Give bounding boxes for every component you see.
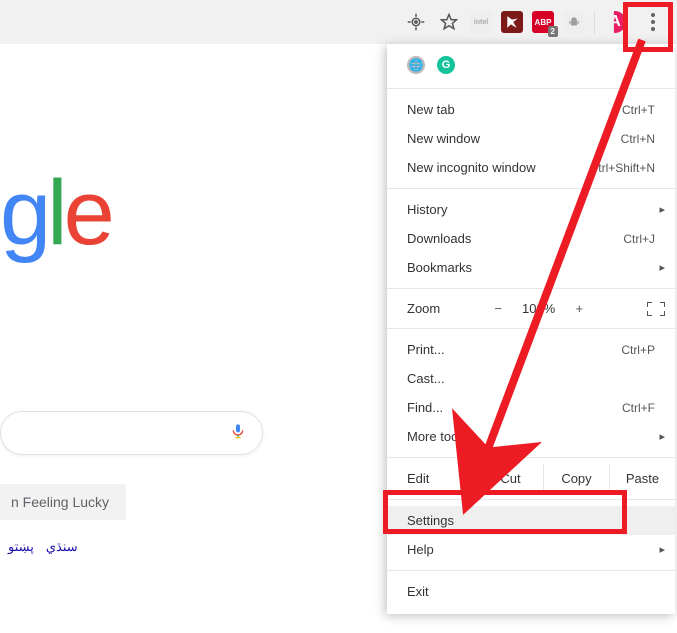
- menu-item-edit: Edit Cut Copy Paste: [387, 464, 675, 493]
- menu-label: Help: [407, 542, 434, 557]
- language-links: پښتو سنڌي: [8, 539, 78, 555]
- menu-item-more-tools[interactable]: More tools: [387, 422, 675, 451]
- menu-item-help[interactable]: Help: [387, 535, 675, 564]
- edit-label: Edit: [387, 464, 477, 493]
- menu-label: New tab: [407, 102, 455, 117]
- language-link-pashto[interactable]: پښتو: [8, 539, 34, 555]
- menu-label: History: [407, 202, 447, 217]
- menu-shortcut: trl+Shift+N: [598, 161, 655, 175]
- menu-separator: [387, 328, 675, 329]
- menu-item-downloads[interactable]: Downloads Ctrl+J: [387, 224, 675, 253]
- menu-item-new-tab[interactable]: New tab Ctrl+T: [387, 95, 675, 124]
- menu-separator: [387, 88, 675, 89]
- extension-adobe-pdf-icon[interactable]: [501, 11, 523, 33]
- toolbar-divider: [594, 10, 595, 34]
- fullscreen-icon: [647, 302, 665, 316]
- menu-button[interactable]: [635, 4, 671, 40]
- menu-item-exit[interactable]: Exit: [387, 577, 675, 606]
- language-link-sindhi[interactable]: سنڌي: [46, 539, 78, 555]
- menu-label: Settings: [407, 513, 454, 528]
- menu-label: Bookmarks: [407, 260, 472, 275]
- extension-grammarly-icon[interactable]: G: [437, 56, 455, 74]
- extension-android-icon[interactable]: [563, 11, 585, 33]
- edit-paste-button[interactable]: Paste: [609, 464, 675, 493]
- menu-item-bookmarks[interactable]: Bookmarks: [387, 253, 675, 282]
- bookmark-star-icon[interactable]: [437, 10, 461, 34]
- menu-label: More tools: [407, 429, 468, 444]
- menu-shortcut: Ctrl+N: [621, 132, 655, 146]
- menu-item-new-window[interactable]: New window Ctrl+N: [387, 124, 675, 153]
- menu-label: Find...: [407, 400, 443, 415]
- menu-shortcut: Ctrl+F: [622, 401, 655, 415]
- zoom-out-button[interactable]: −: [490, 301, 506, 316]
- feeling-lucky-button[interactable]: n Feeling Lucky: [0, 484, 126, 520]
- chrome-toolbar: intel ABP A: [0, 0, 677, 44]
- edit-cut-button[interactable]: Cut: [477, 464, 543, 493]
- extension-intel-icon[interactable]: intel: [470, 11, 492, 33]
- voice-search-mic-icon[interactable]: [230, 420, 246, 447]
- menu-label: Cast...: [407, 371, 445, 386]
- google-logo-partial: gle: [0, 161, 111, 266]
- search-box[interactable]: [0, 411, 263, 455]
- fullscreen-button[interactable]: [647, 302, 665, 316]
- chrome-menu: 🌐 G New tab Ctrl+T New window Ctrl+N New…: [387, 44, 675, 614]
- extension-globe-icon[interactable]: 🌐: [407, 56, 425, 74]
- menu-item-settings[interactable]: Settings: [387, 506, 675, 535]
- menu-label: Downloads: [407, 231, 471, 246]
- menu-shortcut: Ctrl+T: [622, 103, 655, 117]
- zoom-value: 100%: [522, 301, 555, 316]
- zoom-in-button[interactable]: +: [571, 301, 587, 316]
- menu-separator: [387, 188, 675, 189]
- menu-item-history[interactable]: History: [387, 195, 675, 224]
- profile-avatar[interactable]: A: [604, 11, 626, 33]
- menu-label: Print...: [407, 342, 445, 357]
- menu-item-zoom: Zoom − 100% +: [387, 295, 675, 322]
- menu-separator: [387, 570, 675, 571]
- menu-shortcut: Ctrl+P: [621, 343, 655, 357]
- edit-copy-button[interactable]: Copy: [543, 464, 609, 493]
- menu-label: New window: [407, 131, 480, 146]
- menu-item-incognito[interactable]: New incognito window trl+Shift+N: [387, 153, 675, 182]
- zoom-label: Zoom: [407, 301, 440, 316]
- location-target-icon[interactable]: [404, 10, 428, 34]
- menu-item-cast[interactable]: Cast...: [387, 364, 675, 393]
- menu-separator: [387, 499, 675, 500]
- menu-extensions-row: 🌐 G: [387, 52, 675, 82]
- menu-separator: [387, 457, 675, 458]
- menu-item-find[interactable]: Find... Ctrl+F: [387, 393, 675, 422]
- menu-shortcut: Ctrl+J: [623, 232, 655, 246]
- extension-adblock-icon[interactable]: ABP: [532, 11, 554, 33]
- vertical-dots-icon: [651, 13, 655, 31]
- menu-label: New incognito window: [407, 160, 536, 175]
- menu-label: Exit: [407, 584, 429, 599]
- menu-item-print[interactable]: Print... Ctrl+P: [387, 335, 675, 364]
- menu-separator: [387, 288, 675, 289]
